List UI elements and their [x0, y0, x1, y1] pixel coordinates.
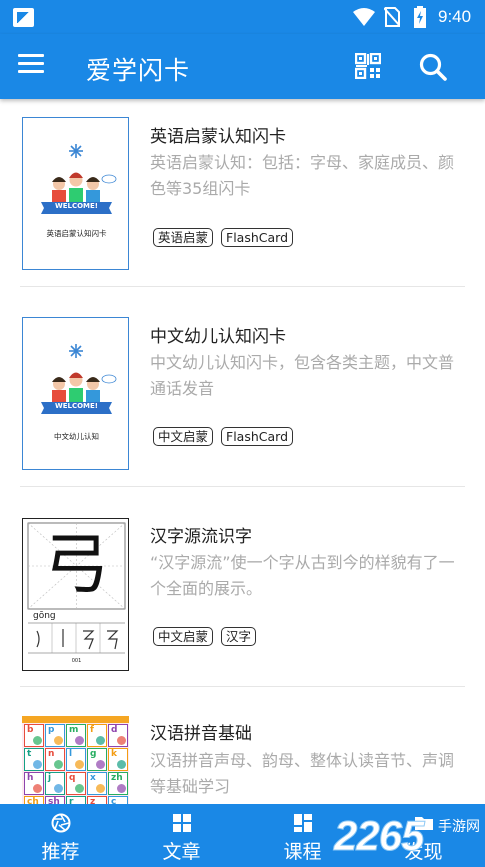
pinyin-letter-tile: p [45, 724, 65, 747]
course-card[interactable]: WELCOME! 英语启蒙认知闪卡 英语启蒙认知闪卡 英语启蒙认知：包括：字母、… [20, 99, 465, 299]
status-bar: 9:40 [0, 0, 485, 34]
search-icon[interactable] [418, 52, 448, 82]
course-description: 中文幼儿认知闪卡，包含各类主题，中文普通话发音 [150, 353, 455, 398]
thumbnail-banner-text: WELCOME! [55, 202, 98, 210]
pinyin-letter-tile: h [24, 772, 44, 795]
picture-icon [54, 784, 63, 793]
course-list[interactable]: WELCOME! 英语启蒙认知闪卡 英语启蒙认知闪卡 英语启蒙认知：包括：字母、… [0, 99, 485, 804]
thumbnail-caption: 中文幼儿认知 [54, 432, 99, 441]
pinyin-letter-tile: zh [108, 772, 128, 795]
dashboard-icon [293, 814, 312, 832]
picture-icon [117, 760, 126, 769]
site-watermark: 2265 手游网 [333, 812, 485, 867]
picture-icon [54, 736, 63, 745]
course-card[interactable]: bpmfdtnlgkhjqxzhchshrzcsyw 汉语拼音基础 汉语拼音声母… [20, 699, 465, 804]
tag: FlashCard [221, 427, 294, 446]
qr-scan-icon[interactable] [355, 53, 381, 79]
course-title: 中文幼儿认知闪卡 [150, 327, 286, 347]
course-card[interactable]: 弓 gōng 001 汉字源流识字 “汉字源流”使一个字从古到今的样貌有了一个全… [20, 499, 465, 699]
picture-icon [54, 760, 63, 769]
picture-icon [117, 784, 126, 793]
app-title: 爱学闪卡 [86, 56, 191, 85]
hamburger-icon-bar [18, 70, 44, 73]
pinyin-letter-tile: k [108, 748, 128, 771]
pinyin-letter-tile: n [45, 748, 65, 771]
pinyin-letter-tile: q [66, 772, 86, 795]
tag: 英语启蒙 [153, 228, 214, 247]
pinyin-letter-tile: t [24, 748, 44, 771]
tag: FlashCard [221, 228, 294, 247]
picture-icon [33, 736, 42, 745]
tab-articles[interactable]: 文章 [121, 804, 242, 867]
picture-icon [75, 784, 84, 793]
tag-list: 英语启蒙 FlashCard [153, 228, 294, 247]
course-description: 英语启蒙认知：包括：字母、家庭成员、颜色等35组闪卡 [150, 153, 455, 198]
chart-header-strip [22, 716, 129, 723]
watermark-site: 手游网 [438, 819, 480, 835]
pinyin-letter-tile: sh [45, 796, 65, 804]
picture-icon [96, 760, 105, 769]
tag-list: 中文启蒙 汉字 [153, 627, 257, 646]
menu-button[interactable] [18, 54, 44, 76]
divider [20, 486, 465, 487]
hamburger-icon-bar [18, 54, 44, 57]
tag: 中文启蒙 [153, 427, 214, 446]
course-thumbnail: WELCOME! 英语启蒙认知闪卡 [22, 117, 129, 270]
divider [20, 286, 465, 287]
tab-label: 文章 [162, 841, 201, 863]
no-sim-icon [384, 7, 400, 27]
wifi-icon [353, 8, 375, 26]
picture-icon [75, 736, 84, 745]
pinyin-letter-tile: r [66, 796, 86, 804]
tag: 汉字 [221, 627, 257, 646]
pinyin-letter-tile: m [66, 724, 86, 747]
app-bar: 爱学闪卡 [0, 34, 485, 99]
tab-recommend[interactable]: 推荐 [0, 804, 121, 867]
app-notification-icon [13, 8, 34, 27]
picture-icon [33, 760, 42, 769]
picture-icon [96, 736, 105, 745]
pinyin-letter-tile: d [108, 724, 128, 747]
character-glyph: 弓 [43, 526, 110, 603]
picture-icon [33, 784, 42, 793]
picture-icon [96, 784, 105, 793]
welcome-illustration [41, 144, 117, 214]
shutter-icon [51, 813, 70, 833]
pinyin-letter-tile: g [87, 748, 107, 771]
picture-icon [75, 760, 84, 769]
picture-icon [117, 736, 126, 745]
pinyin-letter-tile: z [87, 796, 107, 804]
pinyin-letter-tile: x [87, 772, 107, 795]
pinyin-letter-tile: b [24, 724, 44, 747]
course-description: “汉字源流”使一个字从古到今的样貌有了一个全面的展示。 [150, 553, 455, 598]
thumbnail-caption: 英语启蒙认知闪卡 [46, 229, 107, 238]
clock: 9:40 [438, 7, 472, 26]
tab-label: 推荐 [41, 841, 80, 863]
thumbnail-banner-text: WELCOME! [55, 402, 98, 410]
course-title: 英语启蒙认知闪卡 [150, 127, 286, 147]
course-thumbnail: WELCOME! 中文幼儿认知 [22, 317, 129, 470]
course-card[interactable]: WELCOME! 中文幼儿认知 中文幼儿认知闪卡 中文幼儿认知闪卡，包含各类主题… [20, 299, 465, 499]
pinyin-letter-tile: f [87, 724, 107, 747]
pinyin-letter-tile: l [66, 748, 86, 771]
tag-list: 中文启蒙 FlashCard [153, 427, 294, 446]
course-description: 汉语拼音声母、韵母、整体认读音节、声调等基础学习 [150, 751, 455, 796]
pinyin-letter-tile: c [108, 796, 128, 804]
course-title: 汉语拼音基础 [150, 724, 252, 744]
course-thumbnail: bpmfdtnlgkhjqxzhchshrzcsyw [22, 716, 129, 804]
divider [20, 686, 465, 687]
course-thumbnail: 弓 gōng 001 [22, 518, 129, 671]
pinyin-letter-tile: j [45, 772, 65, 795]
grid-icon [172, 814, 191, 832]
hamburger-icon-bar [18, 62, 44, 65]
pinyin-label: gōng [33, 611, 56, 621]
card-number: 001 [71, 658, 82, 664]
watermark-brand: 2265 [333, 812, 424, 860]
pinyin-letter-tile: ch [24, 796, 44, 804]
tag: 中文启蒙 [153, 627, 214, 646]
battery-charging-icon [414, 6, 426, 28]
welcome-illustration [41, 344, 117, 414]
course-title: 汉字源流识字 [150, 527, 252, 547]
